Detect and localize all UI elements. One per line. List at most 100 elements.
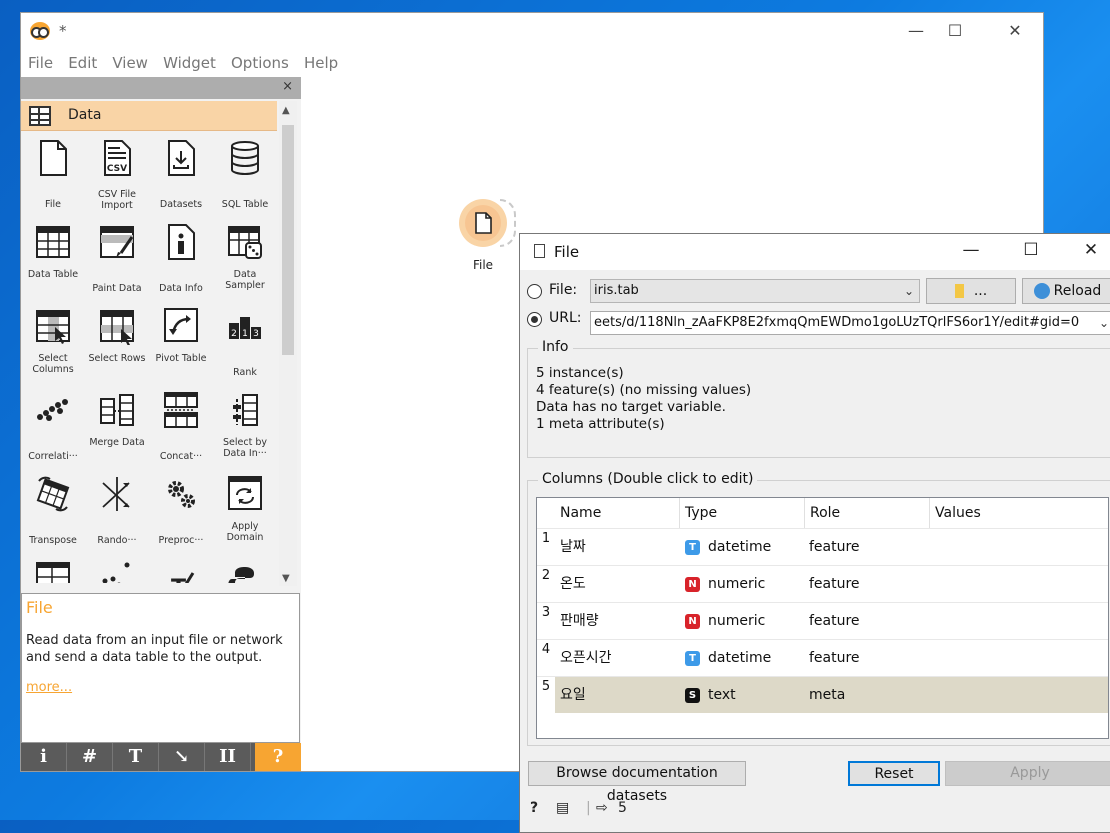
- widget-partial-table[interactable]: [21, 553, 85, 583]
- apply-button[interactable]: Apply: [945, 761, 1110, 786]
- output-channel-arc[interactable]: [500, 199, 516, 247]
- column-role[interactable]: feature: [809, 529, 860, 565]
- grid-button[interactable]: #: [67, 743, 113, 771]
- column-name[interactable]: 오픈시간: [560, 640, 612, 676]
- menu-edit[interactable]: Edit: [68, 54, 97, 72]
- column-role[interactable]: feature: [809, 603, 860, 639]
- url-combo[interactable]: eets/d/118Nln_zAaFKP8E2fxmqQmEWDmo1goLUz…: [590, 311, 1110, 335]
- text-edit-icon: T: [171, 572, 195, 583]
- file-combo[interactable]: iris.tab ⌄: [590, 279, 920, 303]
- text-annotation-button[interactable]: T: [113, 743, 159, 771]
- widget-datasets[interactable]: Datasets: [149, 133, 213, 217]
- menu-widget[interactable]: Widget: [163, 54, 216, 72]
- table-row[interactable]: 2 온도 Nnumeric feature: [537, 565, 1108, 603]
- column-name[interactable]: 온도: [560, 566, 586, 602]
- column-name[interactable]: 요일: [560, 677, 586, 713]
- help-icon[interactable]: ?: [530, 800, 538, 816]
- maximize-icon[interactable]: ☐: [1020, 240, 1042, 260]
- widget-pivot-table[interactable]: Pivot Table: [149, 301, 213, 385]
- help-button[interactable]: ?: [255, 743, 301, 771]
- table-row[interactable]: 4 오픈시간 Tdatetime feature: [537, 639, 1108, 677]
- reload-button[interactable]: Reload: [1022, 278, 1110, 304]
- arrow-annotation-button[interactable]: ↘: [159, 743, 205, 771]
- column-role[interactable]: feature: [809, 566, 860, 602]
- menu-options[interactable]: Options: [231, 54, 289, 72]
- output-icon: ⇨: [596, 800, 608, 816]
- help-more-link[interactable]: more...: [26, 680, 72, 695]
- document-title: *: [59, 22, 67, 40]
- menu-view[interactable]: View: [112, 54, 148, 72]
- scroll-down-icon[interactable]: ▼: [282, 573, 290, 584]
- column-type[interactable]: Nnumeric: [685, 603, 765, 639]
- widget-data-table[interactable]: Data Table: [21, 217, 85, 301]
- dock-scrollbar[interactable]: ▲ ▼: [279, 101, 297, 586]
- scroll-up-icon[interactable]: ▲: [282, 105, 290, 116]
- widget-concatenate[interactable]: Concat···: [149, 385, 213, 469]
- info-features: 4 feature(s) (no missing values): [536, 382, 752, 398]
- info-button[interactable]: i: [21, 743, 67, 771]
- widget-sql-table[interactable]: SQL Table: [213, 133, 277, 217]
- column-name[interactable]: 날짜: [560, 529, 586, 565]
- widget-csv-file-import[interactable]: CSV CSV File Import: [85, 133, 149, 217]
- widget-preprocess[interactable]: Preproc···: [149, 469, 213, 553]
- column-role[interactable]: feature: [809, 640, 860, 676]
- close-icon[interactable]: ✕: [1080, 240, 1102, 260]
- correlations-icon: [37, 399, 68, 421]
- category-data-header[interactable]: Data: [21, 101, 277, 131]
- widget-randomize[interactable]: Rando···: [85, 469, 149, 553]
- widget-transpose[interactable]: Transpose: [21, 469, 85, 553]
- widget-apply-domain[interactable]: Apply Domain: [213, 469, 277, 553]
- column-type[interactable]: Tdatetime: [685, 640, 771, 676]
- column-type[interactable]: Nnumeric: [685, 566, 765, 602]
- svg-text:3: 3: [253, 329, 259, 339]
- table-row[interactable]: 5 요일 Stext meta: [537, 676, 1108, 714]
- category-label: Data: [68, 107, 102, 123]
- pivot-icon: [164, 308, 198, 342]
- widget-select-columns[interactable]: Select Columns: [21, 301, 85, 385]
- widget-paint-data[interactable]: Paint Data: [85, 217, 149, 301]
- header-values[interactable]: Values: [930, 498, 1110, 528]
- table-row[interactable]: 3 판매량 Nnumeric feature: [537, 602, 1108, 640]
- widget-partial-text[interactable]: T: [149, 553, 213, 583]
- column-role[interactable]: meta: [809, 677, 845, 713]
- column-type[interactable]: Tdatetime: [685, 529, 771, 565]
- info-title: Info: [538, 339, 573, 355]
- header-name[interactable]: Name: [555, 498, 680, 528]
- url-radio[interactable]: [527, 312, 542, 327]
- widget-select-rows[interactable]: Select Rows: [85, 301, 149, 385]
- widget-select-by-data-index[interactable]: Select by Data In···: [213, 385, 277, 469]
- header-role[interactable]: Role: [805, 498, 930, 528]
- column-name[interactable]: 판매량: [560, 603, 599, 639]
- maximize-icon[interactable]: ☐: [945, 21, 965, 40]
- widget-dock: × Data File CSV CSV File Import Datasets…: [21, 77, 301, 771]
- menu-help[interactable]: Help: [304, 54, 338, 72]
- file-radio[interactable]: [527, 284, 542, 299]
- randomize-icon: [102, 477, 130, 511]
- dock-close-icon[interactable]: ×: [282, 79, 293, 94]
- widget-grid: File CSV CSV File Import Datasets SQL Ta…: [21, 133, 277, 583]
- header-type[interactable]: Type: [680, 498, 805, 528]
- widget-data-info[interactable]: Data Info: [149, 217, 213, 301]
- widget-data-sampler[interactable]: Data Sampler: [213, 217, 277, 301]
- dock-header: ×: [21, 77, 301, 99]
- close-icon[interactable]: ✕: [1005, 21, 1025, 40]
- widget-partial-scatter[interactable]: [85, 553, 149, 583]
- widget-rank[interactable]: 213 Rank: [213, 301, 277, 385]
- scroll-thumb[interactable]: [282, 125, 294, 355]
- minimize-icon[interactable]: —: [906, 21, 926, 40]
- file-icon: [40, 140, 67, 176]
- table-row[interactable]: 1 날짜 Tdatetime feature: [537, 528, 1108, 566]
- browse-documentation-button[interactable]: Browse documentation datasets: [528, 761, 746, 804]
- pause-button[interactable]: II: [205, 743, 251, 771]
- minimize-icon[interactable]: —: [960, 240, 982, 260]
- report-icon[interactable]: ▤: [556, 800, 569, 816]
- reset-button[interactable]: Reset: [848, 761, 940, 786]
- widget-partial-python[interactable]: [213, 553, 277, 583]
- menu-file[interactable]: File: [28, 54, 53, 72]
- widget-merge-data[interactable]: Merge Data: [85, 385, 149, 469]
- widget-correlations[interactable]: Correlati···: [21, 385, 85, 469]
- widget-file[interactable]: File: [21, 133, 85, 217]
- browse-file-button[interactable]: ...: [926, 278, 1016, 304]
- table-icon: [36, 562, 70, 583]
- column-type[interactable]: Stext: [685, 677, 736, 713]
